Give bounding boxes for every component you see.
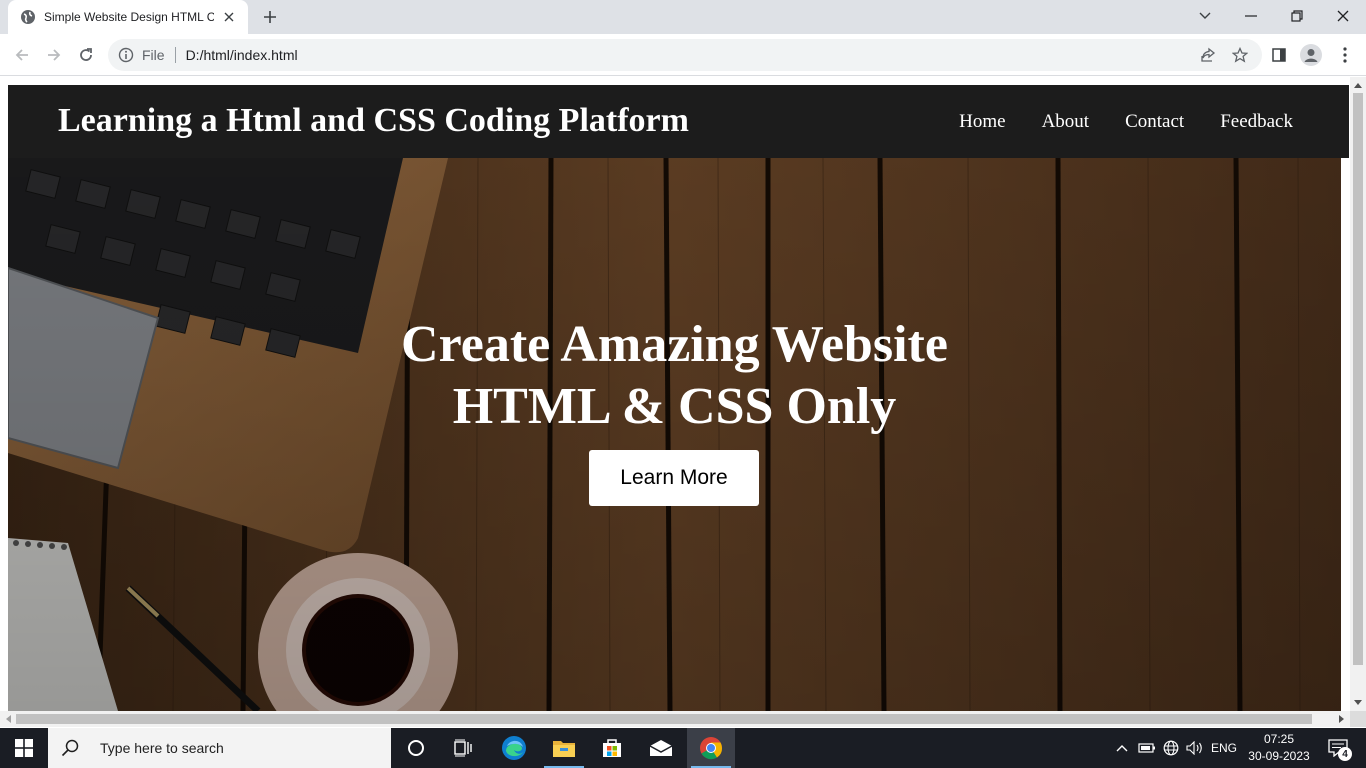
windows-start-icon[interactable] xyxy=(0,728,48,768)
new-tab-icon[interactable] xyxy=(258,5,282,29)
taskbar-search-placeholder: Type here to search xyxy=(100,740,224,756)
forward-icon[interactable] xyxy=(40,41,68,69)
restore-icon[interactable] xyxy=(1274,0,1320,32)
network-globe-icon[interactable] xyxy=(1161,728,1181,768)
minimize-icon[interactable] xyxy=(1228,0,1274,32)
omnibox-url[interactable]: D:/html/index.html xyxy=(186,47,298,63)
tab-search-chevron-icon[interactable] xyxy=(1182,0,1228,32)
scrollbar-corner xyxy=(1350,711,1366,727)
notification-count-badge: 4 xyxy=(1338,747,1352,761)
clock-date: 30-09-2023 xyxy=(1248,749,1310,763)
close-window-icon[interactable] xyxy=(1320,0,1366,32)
vertical-scrollbar[interactable] xyxy=(1350,77,1366,711)
search-icon xyxy=(60,738,80,758)
menu-kebab-icon[interactable] xyxy=(1331,41,1359,69)
learn-more-button[interactable]: Learn More xyxy=(589,450,759,506)
hero-heading-line-2: HTML & CSS Only xyxy=(452,378,897,435)
hero-heading-line-1: Create Amazing Website xyxy=(401,316,948,373)
mail-icon[interactable] xyxy=(637,728,685,768)
omnibox-scheme: File xyxy=(142,47,165,63)
file-explorer-icon[interactable] xyxy=(540,728,588,768)
address-bar[interactable]: File D:/html/index.html xyxy=(108,39,1262,71)
vertical-scroll-thumb[interactable] xyxy=(1353,93,1363,665)
browser-tab[interactable]: Simple Website Design HTML CS xyxy=(8,0,248,34)
bookmark-star-icon[interactable] xyxy=(1232,47,1248,63)
show-hidden-icons-chevron-icon[interactable] xyxy=(1112,728,1132,768)
scroll-down-arrow-icon[interactable] xyxy=(1350,695,1366,711)
edge-browser-icon[interactable] xyxy=(490,728,538,768)
site-info-icon[interactable] xyxy=(118,47,134,63)
task-view-icon[interactable] xyxy=(440,728,488,768)
horizontal-scrollbar[interactable] xyxy=(0,711,1350,727)
microsoft-store-icon[interactable] xyxy=(588,728,636,768)
site-nav: Home About Contact Feedback xyxy=(959,111,1293,133)
cortana-icon[interactable] xyxy=(392,728,440,768)
reload-icon[interactable] xyxy=(72,41,100,69)
browser-toolbar: File D:/html/index.html xyxy=(0,34,1366,76)
horizontal-scroll-thumb[interactable] xyxy=(16,714,1312,724)
site-header: Learning a Html and CSS Coding Platform … xyxy=(8,85,1349,158)
side-panel-icon[interactable] xyxy=(1265,41,1293,69)
profile-avatar-icon[interactable] xyxy=(1297,41,1325,69)
share-icon[interactable] xyxy=(1200,47,1216,63)
taskbar-search-box[interactable]: Type here to search xyxy=(48,728,391,768)
nav-home[interactable]: Home xyxy=(959,111,1005,133)
omnibox-separator xyxy=(174,47,176,63)
taskbar-clock[interactable]: 07:25 30-09-2023 xyxy=(1244,731,1314,765)
tab-strip: Simple Website Design HTML CS xyxy=(0,0,1366,34)
battery-icon[interactable] xyxy=(1137,728,1157,768)
clock-time: 07:25 xyxy=(1263,732,1295,746)
nav-about[interactable]: About xyxy=(1042,111,1090,133)
scroll-up-arrow-icon[interactable] xyxy=(1350,77,1366,93)
hero-section: Create Amazing Website HTML & CSS Only L… xyxy=(8,158,1341,711)
scroll-left-arrow-icon[interactable] xyxy=(0,711,16,727)
hero-heading: Create Amazing Website HTML & CSS Only xyxy=(8,314,1341,438)
chrome-icon[interactable] xyxy=(687,728,735,768)
scroll-right-arrow-icon[interactable] xyxy=(1334,711,1350,727)
globe-icon xyxy=(20,9,36,25)
site-logo[interactable]: Learning a Html and CSS Coding Platform xyxy=(58,102,689,140)
page-viewport: Learning a Html and CSS Coding Platform … xyxy=(0,77,1350,711)
input-language[interactable]: ENG xyxy=(1208,728,1240,768)
nav-contact[interactable]: Contact xyxy=(1125,111,1184,133)
back-icon[interactable] xyxy=(8,41,36,69)
windows-taskbar: Type here to search ENG 07:25 30-09-2023 xyxy=(0,728,1366,768)
close-tab-icon[interactable] xyxy=(220,8,238,26)
nav-feedback[interactable]: Feedback xyxy=(1220,111,1293,133)
volume-icon[interactable] xyxy=(1185,728,1205,768)
notifications-icon[interactable] xyxy=(1318,728,1358,768)
tab-title: Simple Website Design HTML CS xyxy=(44,10,215,24)
